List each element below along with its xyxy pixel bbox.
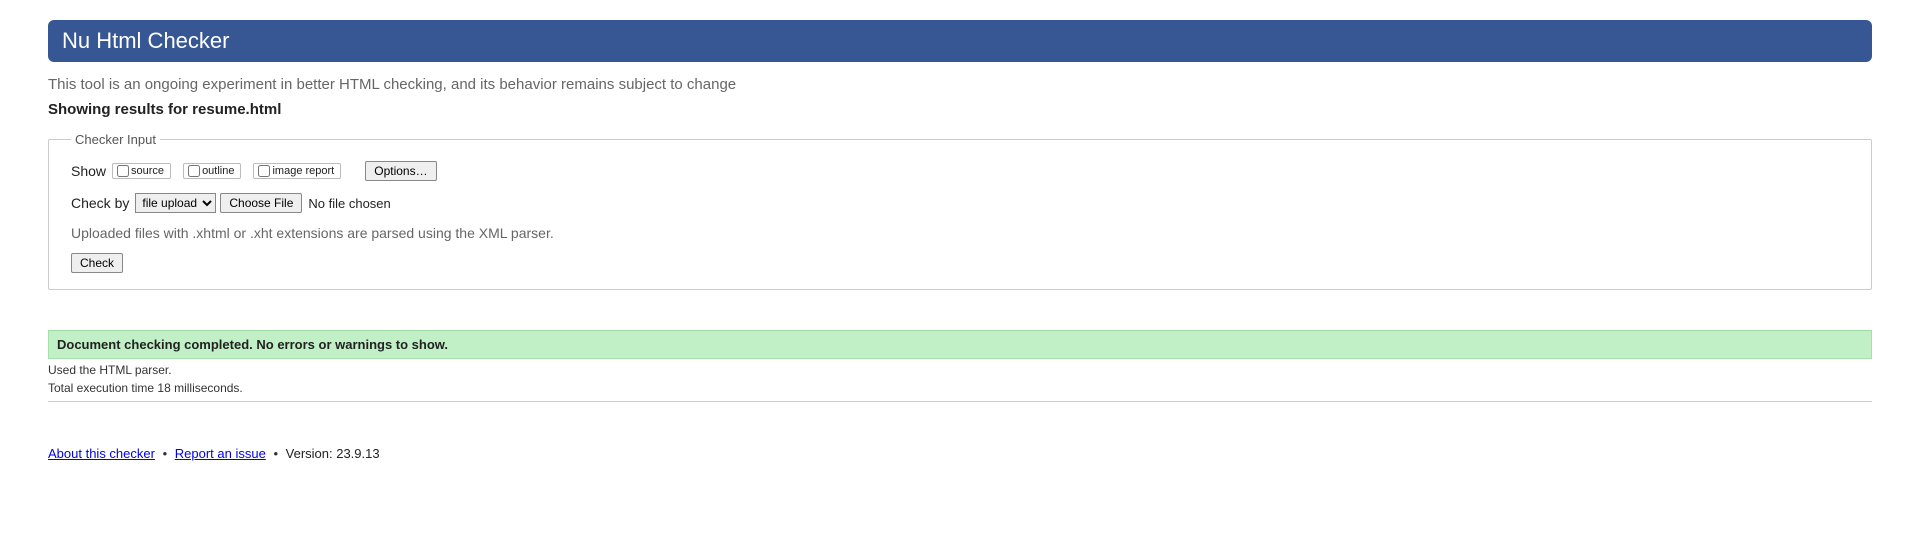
results-for-heading: Showing results for resume.html xyxy=(48,101,1872,118)
report-issue-link[interactable]: Report an issue xyxy=(175,446,266,461)
separator: • xyxy=(159,446,172,461)
outline-checkbox[interactable] xyxy=(188,165,200,177)
subtitle-text: This tool is an ongoing experiment in be… xyxy=(48,76,1872,93)
version-text: Version: 23.9.13 xyxy=(286,446,380,461)
options-button[interactable]: Options… xyxy=(365,161,436,181)
choose-file-button[interactable]: Choose File xyxy=(220,193,302,213)
source-checkbox-label: source xyxy=(131,165,164,177)
source-checkbox[interactable] xyxy=(117,165,129,177)
check-by-select[interactable]: file upload xyxy=(135,193,216,213)
outline-checkbox-wrap[interactable]: outline xyxy=(183,163,241,179)
show-label: Show xyxy=(71,163,106,179)
execution-time-text: Total execution time 18 milliseconds. xyxy=(48,379,1872,402)
checker-input-fieldset: Checker Input Show source outline image … xyxy=(48,132,1872,290)
about-checker-link[interactable]: About this checker xyxy=(48,446,155,461)
check-button[interactable]: Check xyxy=(71,253,123,273)
parser-used-text: Used the HTML parser. xyxy=(48,359,1872,379)
check-by-row: Check by file upload Choose File No file… xyxy=(71,193,1849,213)
page-title-bar: Nu Html Checker xyxy=(48,20,1872,62)
footer: About this checker • Report an issue • V… xyxy=(48,446,1872,461)
image-report-checkbox-wrap[interactable]: image report xyxy=(253,163,341,179)
outline-checkbox-label: outline xyxy=(202,165,234,177)
image-report-checkbox-label: image report xyxy=(272,165,334,177)
no-file-chosen-text: No file chosen xyxy=(308,196,390,211)
show-row: Show source outline image report Options… xyxy=(71,161,1849,181)
image-report-checkbox[interactable] xyxy=(258,165,270,177)
separator: • xyxy=(269,446,282,461)
source-checkbox-wrap[interactable]: source xyxy=(112,163,171,179)
check-by-label: Check by xyxy=(71,195,129,211)
xml-parser-note: Uploaded files with .xhtml or .xht exten… xyxy=(71,225,1849,241)
page-title: Nu Html Checker xyxy=(62,28,229,53)
checker-input-legend: Checker Input xyxy=(71,132,160,147)
success-message: Document checking completed. No errors o… xyxy=(48,330,1872,359)
